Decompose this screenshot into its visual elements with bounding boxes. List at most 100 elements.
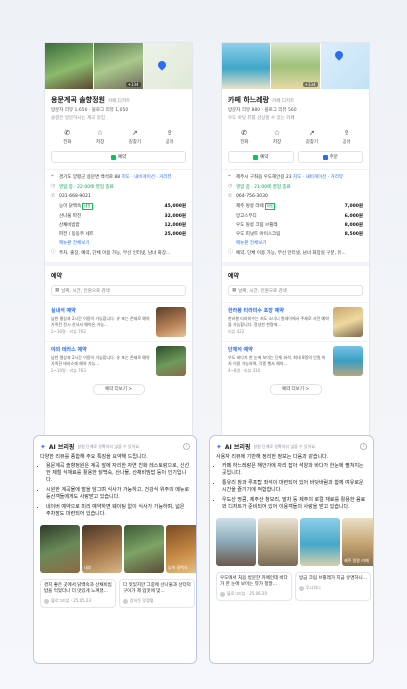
place-name: 카페 하느레랑	[228, 96, 270, 104]
directions-button[interactable]: ↗ 길찾기	[306, 129, 318, 145]
reservation-thumbnail	[333, 307, 363, 337]
review-counts[interactable]: 방문자 리뷰 1,650 · 블로그 리뷰 1,050	[45, 105, 192, 113]
avatar	[299, 585, 304, 591]
address: 경기도 양평군 용문면 백석로 88 지도 · 내비게이션 · 거리뷰	[59, 175, 172, 180]
ai-briefing-title: AI 브리핑	[224, 444, 251, 451]
menu-item: 산채비빔밥 12,000원	[59, 223, 186, 228]
ai-bullet-list: 용문계곡 솔향정원은 계곡 앞에 자리한 자연 친화 레스토랑으로, 신선한 제…	[34, 463, 196, 518]
menu-item: 우도 땅콩 크림 브륄레 8,000원	[236, 223, 363, 228]
ai-lead: 사용자 리뷰에 기반해 정리한 정보는 다음과 같습니다.	[216, 454, 329, 460]
action-bar: ✆ 전화 ☆ 저장 ↗ 길찾기 ⇪ 공유	[222, 121, 369, 149]
review-carousel[interactable]: 경치 좋은 곳에서 닭백숙과 산채비빔밥을 먹었더니 더 맛있게 느껴졌... …	[34, 575, 196, 608]
order-icon	[322, 154, 328, 160]
reserve-button[interactable]: 예약	[51, 151, 186, 163]
call-button[interactable]: ✆ 전화	[63, 129, 71, 145]
place-category: 카페,디저트	[272, 99, 295, 104]
address: 제주시 구좌읍 우도해안길 23 지도 · 내비게이션 · 거리뷰	[236, 175, 343, 180]
reservation-item[interactable]: 야외 테라스 예약 남한 평상과 2시간 이용이 가능합니다. 유 포는 존재로…	[45, 341, 192, 380]
gallery-image[interactable]: 능이 닭백숙	[166, 525, 196, 573]
menu-item: 망고스무디 6,000원	[236, 214, 363, 219]
gallery-image[interactable]	[258, 518, 298, 566]
menu-item: 제주 땅콩 라떼 대표 7,000원	[236, 203, 363, 210]
gallery-image[interactable]	[124, 525, 164, 573]
reservation-item[interactable]: 한라봉 티라미수 포장 예약 한라봉 티라미수는 지도 소녀니 원데이에서 주제…	[222, 302, 369, 341]
info-icon[interactable]: i	[360, 443, 367, 450]
review-card[interactable]: 다 맛있지만 그중에 산나물과 산더덕 구이가 제 입맛에 맞... 장하듯 맛…	[119, 579, 195, 608]
menu-item: 우도 피넛트 아이스크림 8,500원	[236, 232, 363, 237]
ai-bullet: 우도산 땅콩, 제주산 청보리, 말차 등 제주의 로컬 재료를 활용한 음료와…	[222, 497, 367, 511]
photo-strip[interactable]: +134	[45, 43, 192, 89]
facilities: 주차, 출장, 예약, 단체 이용 가능, 무선 인터넷, 남녀 화장...	[59, 251, 171, 256]
review-counts[interactable]: 방문자 리뷰 880 · 블로그 리뷰 560	[222, 105, 369, 113]
ai-bullet: 용문계곡 솔향정원은 계곡 앞에 자리한 자연 친화 레스토랑으로, 신선한 제…	[46, 463, 190, 484]
place-photo[interactable]	[222, 43, 271, 89]
directions-button[interactable]: ↗ 길찾기	[129, 129, 141, 145]
gallery-image[interactable]	[300, 518, 340, 566]
share-button[interactable]: ⇪ 공유	[165, 129, 173, 145]
ai-bullet: 통유리 창과 루프탑 좌석이 마련되어 있어 바닷바람과 함께 여유로운 시간을…	[222, 480, 367, 494]
ai-bullet-list: 카페 하느레랑은 해안가에 자리 잡아 석양과 바다가 한눈에 펼쳐지는 곳입니…	[210, 463, 373, 511]
business-hours[interactable]: 영업 중 · 22:00에 영업 종료	[59, 184, 114, 190]
save-button[interactable]: ☆ 저장	[273, 129, 281, 145]
review-card[interactable]: 방금 크림 브륄레가 지금 유명하니... 투니와니	[295, 572, 371, 601]
save-button[interactable]: ☆ 저장	[96, 129, 104, 145]
gallery-image[interactable]: 제주 땅콩 라떼	[342, 518, 373, 566]
ai-lead: 다양한 리뷰를 종합해 주요 특징을 요약해 드립니다.	[40, 454, 148, 460]
star-icon: ☆	[96, 129, 104, 137]
avatar	[220, 591, 225, 597]
phone-number[interactable]: 064-756-3030	[236, 194, 268, 199]
gallery-image[interactable]	[40, 525, 80, 573]
reservation-item[interactable]: 단체석 예약 우도 바다가 한 눈에 보이는 단체 좌석. 최대 8명의 인원 …	[222, 341, 369, 380]
gallery-image[interactable]	[216, 518, 256, 566]
map-thumbnail[interactable]	[143, 43, 192, 89]
ai-gallery[interactable]: 내부 능이 닭백숙	[34, 521, 196, 575]
place-photo[interactable]	[45, 43, 94, 89]
address-links[interactable]: 지도 · 내비게이션 · 거리뷰	[293, 175, 343, 180]
place-photo[interactable]: +134	[94, 43, 143, 89]
photo-count-badge: +134	[125, 82, 141, 87]
menu-more-link[interactable]: 메뉴판 전체보기	[228, 240, 363, 246]
business-hours[interactable]: 영업 중 · 21:00에 영업 종료	[236, 184, 291, 190]
menu-item: 산나물 파전 32,000원	[59, 214, 186, 219]
info-section: ⌖ 제주시 구좌읍 우도해안길 23 지도 · 내비게이션 · 거리뷰 ◷ 영업 중…	[222, 169, 369, 262]
order-button[interactable]: 주문	[297, 151, 363, 163]
star-icon: ☆	[273, 129, 281, 137]
ai-bullet: 네이버 예약으로 미리 예약하면 웨이팅 없이 식사가 가능하며, 넓은 주차장…	[46, 504, 190, 518]
phone-icon: ✆	[228, 193, 233, 199]
ai-bullet: 카페 하느레랑은 해안가에 자리 잡아 석양과 바다가 한눈에 펼쳐지는 곳입니…	[222, 463, 367, 477]
map-thumbnail[interactable]	[320, 43, 369, 89]
menu-list: 능이 닭백숙 대표 45,000원 산나물 파전 32,000원 산채비빔밥 12,00…	[51, 203, 186, 237]
reserve-button[interactable]: 예약	[228, 151, 294, 163]
address-links[interactable]: 지도 · 내비게이션 · 거리뷰	[122, 175, 172, 180]
reservation-more-button[interactable]: 예약 더보기 >	[269, 384, 322, 395]
call-button[interactable]: ✆ 전화	[240, 129, 248, 145]
ai-briefing-left: ✦ AI 브리핑 실험 단계로 정확하지 않을 수 있어요. i 다양한 리뷰를…	[33, 435, 197, 664]
reservation-search[interactable]: ▦ 날짜, 시간, 인원으로 검색	[51, 285, 186, 296]
reservation-thumbnail	[156, 346, 186, 376]
ai-bullet: 시원한 계곡물에 발을 담그며 식사가 가능하고, 건강식 위주의 메뉴로 등산…	[46, 487, 190, 501]
signature-badge: 대표	[264, 203, 276, 210]
reservation-search[interactable]: ▦ 날짜, 시간, 인원으로 검색	[228, 285, 363, 296]
reservation-more-button[interactable]: 예약 더보기 >	[92, 384, 145, 395]
place-panel-right: +134 카페 하느레랑 카페,디저트 방문자 리뷰 880 · 블로그 리뷰 …	[221, 42, 370, 438]
calendar-icon: ▦	[55, 288, 60, 293]
share-icon: ⇪	[343, 129, 350, 137]
place-tagline: 우도 바닷 뷰를 감상할 수 있는 카페	[228, 116, 295, 121]
photo-strip[interactable]: +134	[222, 43, 369, 89]
ai-disclaimer: 실험 단계로 정확하지 않을 수 있어요.	[253, 443, 317, 449]
review-card[interactable]: 경치 좋은 곳에서 닭백숙과 산채비빔밥을 먹었더니 더 맛있게 느껴졌... …	[40, 579, 116, 608]
reservation-thumbnail	[156, 307, 186, 337]
review-card[interactable]: 우도에서 처음 방문한 카페인데 바다가 한 눈에 보이는 뷰가 정말... 블…	[216, 572, 292, 601]
avatar	[44, 598, 49, 604]
info-icon[interactable]: i	[183, 443, 190, 450]
ai-gallery[interactable]: 제주 땅콩 라떼	[210, 514, 373, 568]
place-panel-left: +134 용문계곡 솔향정원 카페,디저트 방문자 리뷰 1,650 · 블로그…	[44, 42, 193, 438]
share-button[interactable]: ⇪ 공유	[342, 129, 350, 145]
menu-more-link[interactable]: 메뉴판 전체보기	[51, 240, 186, 246]
reservation-item[interactable]: 실내석 예약 남한 평상과 2시간 이용이 가능합니다. 유 포는 존재로 예약…	[45, 302, 192, 341]
gallery-image[interactable]: 내부	[82, 525, 122, 573]
place-photo[interactable]: +134	[271, 43, 320, 89]
phone-number[interactable]: 031-668-9021	[59, 194, 91, 199]
calendar-icon	[110, 154, 116, 160]
review-carousel[interactable]: 우도에서 처음 방문한 카페인데 바다가 한 눈에 보이는 뷰가 정말... 블…	[210, 568, 373, 601]
